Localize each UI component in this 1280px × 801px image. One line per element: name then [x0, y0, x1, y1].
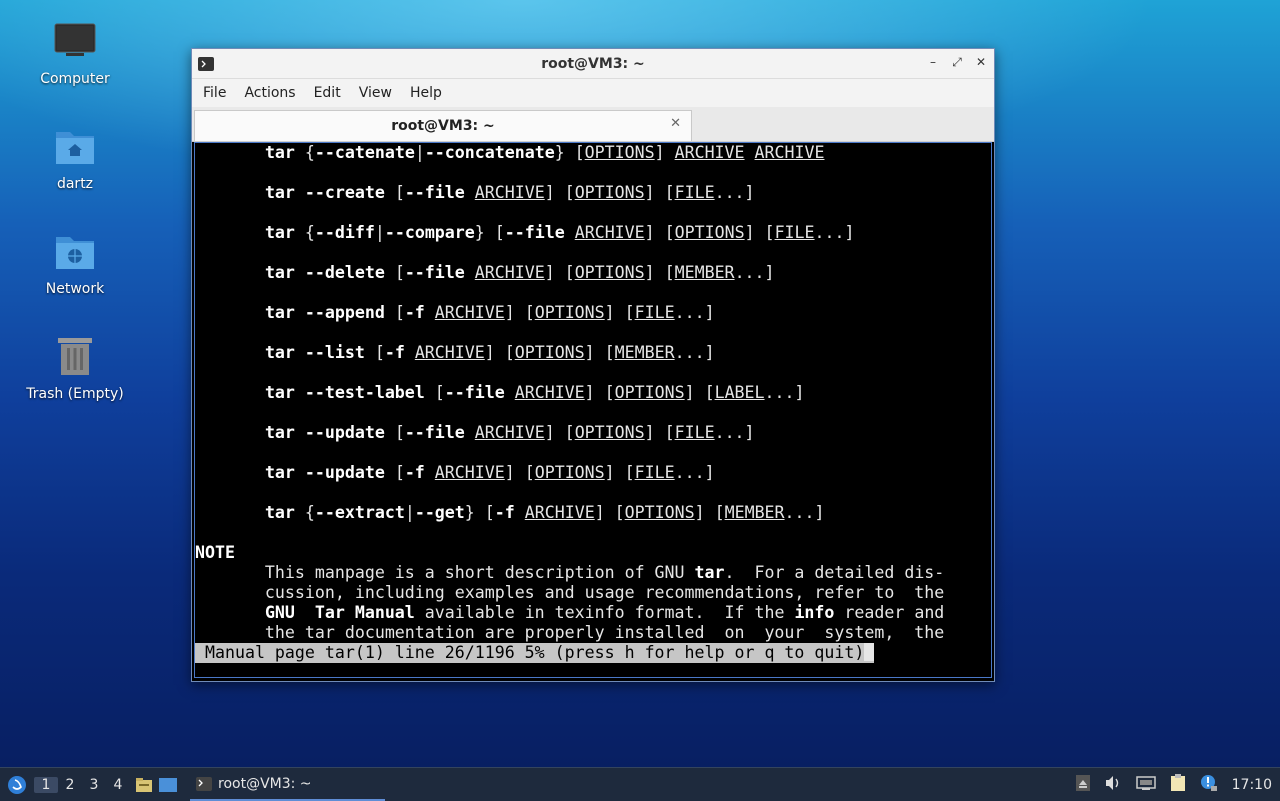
clipboard-icon[interactable] — [1170, 773, 1186, 796]
synopsis-line: tar {--diff|--compare} [--file ARCHIVE] … — [264, 223, 855, 242]
terminal-icon — [196, 776, 212, 791]
menu-actions[interactable]: Actions — [235, 85, 304, 101]
show-desktop-icon[interactable] — [156, 777, 180, 793]
taskbar-item-label: root@VM3: ~ — [218, 775, 312, 792]
synopsis-line: tar --append [-f ARCHIVE] [OPTIONS] [FIL… — [264, 303, 715, 322]
desktop-icon-label: Computer — [40, 71, 110, 87]
synopsis-line: tar --create [--file ARCHIVE] [OPTIONS] … — [264, 183, 755, 202]
note-text-line: the tar documentation are properly insta… — [195, 623, 945, 642]
tab-label: root@VM3: ~ — [391, 118, 495, 134]
taskbar-item-terminal[interactable]: root@VM3: ~ — [190, 768, 385, 801]
synopsis-line: tar {--extract|--get} [-f ARCHIVE] [OPTI… — [264, 503, 825, 522]
tab-bar: root@VM3: ~ ✕ — [192, 107, 994, 142]
terminal-app-icon — [198, 56, 214, 71]
workspace-1[interactable]: 1 — [34, 776, 58, 793]
terminal-output[interactable]: tar {--catenate|--concatenate} [OPTIONS]… — [194, 142, 992, 678]
synopsis-line: tar --update [--file ARCHIVE] [OPTIONS] … — [264, 423, 755, 442]
workspace-2[interactable]: 2 — [58, 777, 82, 793]
desktop-icon-home[interactable]: dartz — [25, 120, 125, 192]
taskbar: 1 2 3 4 root@VM3: ~ 17:10 — [0, 767, 1280, 801]
menu-edit[interactable]: Edit — [305, 85, 350, 101]
workspace-3[interactable]: 3 — [82, 777, 106, 793]
desktop-icon-trash[interactable]: Trash (Empty) — [25, 330, 125, 402]
notification-icon[interactable] — [1200, 774, 1218, 796]
note-text-line: cussion, including examples and usage re… — [195, 583, 945, 602]
volume-icon[interactable] — [1104, 775, 1122, 795]
clock[interactable]: 17:10 — [1232, 777, 1272, 793]
synopsis-line: tar --test-label [--file ARCHIVE] [OPTIO… — [264, 383, 805, 402]
title-bar[interactable]: root@VM3: ~ – ⤢ ✕ — [192, 49, 994, 79]
section-heading-note: NOTE — [195, 543, 235, 562]
desktop-icon-label: dartz — [56, 176, 94, 192]
text-cursor — [864, 643, 875, 661]
tab-terminal[interactable]: root@VM3: ~ ✕ — [194, 110, 692, 141]
menu-help[interactable]: Help — [401, 85, 451, 101]
desktop-icon-computer[interactable]: Computer — [25, 15, 125, 87]
app-menu-icon[interactable] — [0, 775, 34, 795]
network-folder-icon — [25, 225, 125, 277]
desktop-icon-label: Trash (Empty) — [26, 386, 124, 402]
window-title: root@VM3: ~ — [541, 55, 645, 72]
minimize-button[interactable]: – — [926, 55, 940, 70]
synopsis-line: tar --list [-f ARCHIVE] [OPTIONS] [MEMBE… — [264, 343, 715, 362]
note-text-line: GNU Tar Manual available in texinfo form… — [264, 603, 945, 622]
desktop-icon-network[interactable]: Network — [25, 225, 125, 297]
trash-icon — [25, 330, 125, 382]
tab-close-icon[interactable]: ✕ — [670, 116, 681, 131]
home-folder-icon — [25, 120, 125, 172]
terminal-window: root@VM3: ~ – ⤢ ✕ File Actions Edit View… — [191, 48, 995, 682]
system-tray: 17:10 — [1075, 768, 1280, 801]
computer-icon — [25, 15, 125, 67]
synopsis-line: tar --delete [--file ARCHIVE] [OPTIONS] … — [264, 263, 775, 282]
note-text-line: This manpage is a short description of G… — [195, 563, 945, 582]
eject-icon[interactable] — [1075, 774, 1090, 795]
network-icon[interactable] — [1135, 775, 1156, 795]
desktop-icon-label: Network — [45, 281, 105, 297]
maximize-button[interactable]: ⤢ — [950, 55, 964, 70]
workspace-4[interactable]: 4 — [106, 777, 130, 793]
pager-status-line: Manual page tar(1) line 26/1196 5% (pres… — [195, 643, 875, 663]
menu-view[interactable]: View — [350, 85, 401, 101]
menu-file[interactable]: File — [194, 85, 235, 101]
close-button[interactable]: ✕ — [974, 55, 988, 70]
menu-bar: File Actions Edit View Help — [192, 79, 994, 107]
file-manager-icon[interactable] — [132, 777, 156, 793]
synopsis-line: tar --update [-f ARCHIVE] [OPTIONS] [FIL… — [264, 463, 715, 482]
synopsis-line: tar {--catenate|--concatenate} [OPTIONS]… — [264, 143, 825, 162]
